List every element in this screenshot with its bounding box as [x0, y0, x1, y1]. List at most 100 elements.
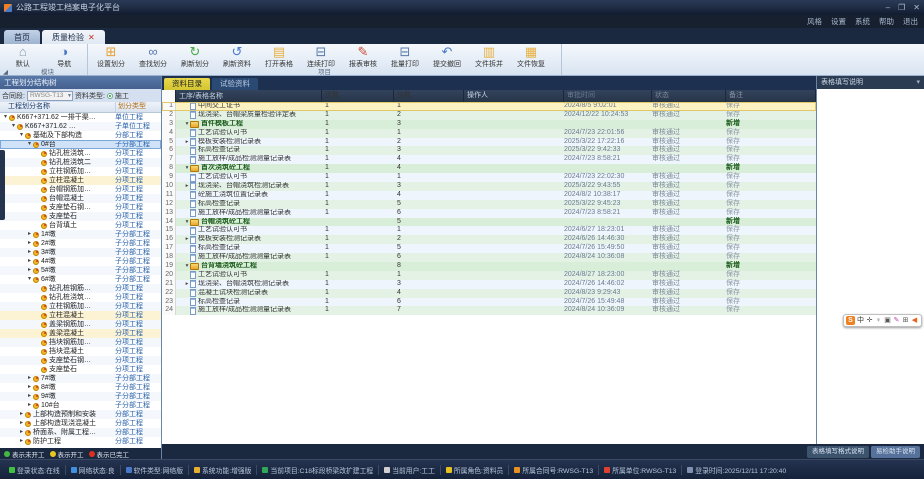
column-copies[interactable]: 份数	[394, 90, 464, 102]
ime-icon[interactable]: ◀	[910, 315, 919, 326]
ime-logo-icon[interactable]: S	[846, 316, 855, 325]
tree-row[interactable]: 钻孔桩浇筑二 分项工程	[0, 158, 161, 167]
menu-item[interactable]: 设置	[831, 16, 846, 27]
expander-icon[interactable]: ▸	[26, 383, 33, 392]
tree-row[interactable]: 盖梁钢筋加… 分项工程	[0, 320, 161, 329]
table-row[interactable]: 2 现浇梁、台帽梁质量检验评定表 1 2 2024/12/22 10:24:53…	[162, 111, 816, 120]
ribbon-button[interactable]: ▥ 文件拆并	[469, 45, 509, 69]
expander-icon[interactable]: ▸	[26, 374, 33, 383]
expander-icon[interactable]: ▸	[26, 401, 33, 410]
column-approve-time[interactable]: 审批时间	[564, 90, 652, 102]
table-row[interactable]: 14 ▾ 台帽浇筑砼工程 5 新增	[162, 218, 816, 227]
ribbon-button[interactable]: ∞ 查找划分	[133, 45, 173, 69]
ribbon-button[interactable]: ◑ 导航	[45, 45, 85, 69]
ribbon-button[interactable]: ⊞ 设置划分	[91, 45, 131, 69]
ribbon-button[interactable]: ↺ 刷新资料	[217, 45, 257, 69]
table-row[interactable]: 23 标高检查记录 1 6 2024/7/26 15:49:48 审核通过 保存	[162, 298, 816, 307]
ribbon-button[interactable]: ↻ 刷新划分	[175, 45, 215, 69]
tree-row[interactable]: ▸ 10#台 子分部工程	[0, 401, 161, 410]
ime-icon[interactable]: ♀	[874, 315, 883, 326]
ime-icon[interactable]: ⊞	[901, 315, 910, 326]
table-row[interactable]: 8 ▾ 首次浇筑砼工程 1 4 新增	[162, 164, 816, 173]
tree-row[interactable]: ▸ 防护工程 分部工程	[0, 437, 161, 446]
column-division-name[interactable]: 工程划分名称	[0, 102, 115, 112]
ribbon-button[interactable]: ↶ 提交撤回	[427, 45, 467, 69]
ime-icon[interactable]: ✎	[892, 315, 901, 326]
tree-row[interactable]: 盖梁混凝土 分项工程	[0, 329, 161, 338]
tree-row[interactable]: 台背填土 分项工程	[0, 221, 161, 230]
table-row[interactable]: 5 ▸ 模板安装检测记录表 1 2 2025/3/22 17:22:16 审核通…	[162, 138, 816, 147]
column-remark[interactable]: 备注	[726, 90, 816, 102]
expander-icon[interactable]: ▸	[26, 230, 33, 239]
window-control-button[interactable]: –	[886, 3, 890, 12]
window-control-button[interactable]: ❐	[898, 3, 905, 12]
tree-row[interactable]: ▾ K667+371.62 … 子单位工程	[0, 122, 161, 131]
tree-row[interactable]: 钻孔桩浇筑… 分项工程	[0, 293, 161, 302]
tree-row[interactable]: ▾ 基础及下部构造 分部工程	[0, 131, 161, 140]
tree-row[interactable]: ▸ 9#墩 子分部工程	[0, 392, 161, 401]
tree-row[interactable]: ▸ 4#墩 子分部工程	[0, 257, 161, 266]
tab-test-data[interactable]: 试验资料	[212, 78, 258, 90]
tree-row[interactable]: 挡块混凝土 分项工程	[0, 347, 161, 356]
table-row[interactable]: 20 工艺试验认可书 1 1 2024/8/27 18:23:00 审核通过 保…	[162, 271, 816, 280]
expander-icon[interactable]: ▸	[26, 239, 33, 248]
table-row[interactable]: 1 中间交工证书 1 1 2024/8/5 9:02:01 审核通过 保存	[162, 102, 816, 111]
tree-row[interactable]: 支座垫石 分项工程	[0, 212, 161, 221]
expander-icon[interactable]: ▸	[18, 437, 25, 446]
tab-home[interactable]: 首页	[4, 30, 40, 44]
table-row[interactable]: 19 ▾ 台背墙浇筑砼工程 8 新增	[162, 262, 816, 271]
table-row[interactable]: 7 施工放样/成品检测测量记录表 1 4 2024/7/23 8:58:21 审…	[162, 155, 816, 164]
construction-radio[interactable]	[107, 93, 113, 99]
menu-item[interactable]: 风格	[807, 16, 822, 27]
tree-row[interactable]: 台帽混凝土 分项工程	[0, 194, 161, 203]
expander-icon[interactable]: ▸	[18, 410, 25, 419]
menu-item[interactable]: 退出	[903, 16, 918, 27]
tree-row[interactable]: 支座垫石钢… 分项工程	[0, 203, 161, 212]
ribbon-button[interactable]: ▦ 文件恢复	[511, 45, 551, 69]
tree-row[interactable]: 立柱混凝土 分项工程	[0, 311, 161, 320]
tree-row[interactable]: ▸ 桥面系、附属工程… 分部工程	[0, 428, 161, 437]
close-tab-icon[interactable]: ✕	[88, 33, 95, 42]
contract-dropdown[interactable]: RWSG-T13▼	[27, 91, 73, 101]
column-form-name[interactable]: 工序/表格名称	[176, 90, 322, 102]
table-row[interactable]: 12 标高检查记录 1 5 2025/3/22 9:45:23 审核通过 保存	[162, 200, 816, 209]
expander-icon[interactable]: ▾	[10, 122, 17, 131]
table-row[interactable]: 18 施工放样/成品检测测量记录表 1 6 2024/8/24 10:36:08…	[162, 253, 816, 262]
tree-row[interactable]: 立柱混凝土 分项工程	[0, 176, 161, 185]
expander-icon[interactable]: ▸	[26, 392, 33, 401]
tree-row[interactable]: ▸ 1#墩 子分部工程	[0, 230, 161, 239]
table-row[interactable]: 9 工艺试验认可书 1 1 2024/7/23 22:02:30 审核通过 保存	[162, 173, 816, 182]
expander-icon[interactable]: ▸	[18, 419, 25, 428]
expander-icon[interactable]: ▾	[26, 275, 33, 284]
column-pages[interactable]: 页数	[322, 90, 394, 102]
tab-data-catalog[interactable]: 资料目录	[164, 78, 210, 90]
menu-item[interactable]: 系统	[855, 16, 870, 27]
table-row[interactable]: 16 ▸ 模板安装检测记录表 1 2 2024/6/26 14:46:30 审核…	[162, 235, 816, 244]
expander-icon[interactable]: ▸	[26, 266, 33, 275]
column-status[interactable]: 状态	[652, 90, 726, 102]
tree-row[interactable]: 支座垫石钢… 分项工程	[0, 356, 161, 365]
ime-toolbar[interactable]: S 中✛♀▣✎⊞◀	[843, 314, 922, 327]
table-row[interactable]: 10 ▸ 现浇梁、台帽浇筑检测记录表 1 3 2025/3/22 9:43:55…	[162, 182, 816, 191]
tab-quality-inspection[interactable]: 质量检验 ✕	[42, 30, 105, 44]
table-row[interactable]: 21 ▸ 现浇梁、台帽浇筑检测记录表 1 3 2024/7/26 14:46:0…	[162, 280, 816, 289]
column-division-type[interactable]: 划分类型	[115, 102, 161, 112]
ribbon-button[interactable]: ⊟ 连续打印	[301, 45, 341, 69]
tree-row[interactable]: ▾ K667+371.62 一排干渠… 单位工程	[0, 113, 161, 122]
tree-row[interactable]: 台帽钢筋加… 分项工程	[0, 185, 161, 194]
tree-row[interactable]: ▸ 8#墩 子分部工程	[0, 383, 161, 392]
table-row[interactable]: 11 砼施工浇筑位置记录表 1 4 2024/8/2 10:38:17 审核通过…	[162, 191, 816, 200]
ime-icon[interactable]: ▣	[883, 315, 892, 326]
tree-row[interactable]: ▸ 7#墩 子分部工程	[0, 374, 161, 383]
tree-row[interactable]: ▾ 6#墩 子分部工程	[0, 275, 161, 284]
tree-row[interactable]: 立柱钢筋加… 分项工程	[0, 302, 161, 311]
docked-tab[interactable]: 易检助手说明	[871, 446, 920, 458]
window-control-button[interactable]: ✕	[913, 3, 920, 12]
expander-icon[interactable]: ▾	[26, 140, 33, 149]
expander-icon[interactable]: ▸	[26, 257, 33, 266]
expander-icon[interactable]: ▾	[2, 113, 9, 122]
tree-row[interactable]: 钻孔桩钢筋… 分项工程	[0, 284, 161, 293]
ime-icon[interactable]: 中	[856, 315, 865, 326]
docked-tab[interactable]: 表格填写格式说明	[807, 446, 869, 458]
ime-icon[interactable]: ✛	[865, 315, 874, 326]
